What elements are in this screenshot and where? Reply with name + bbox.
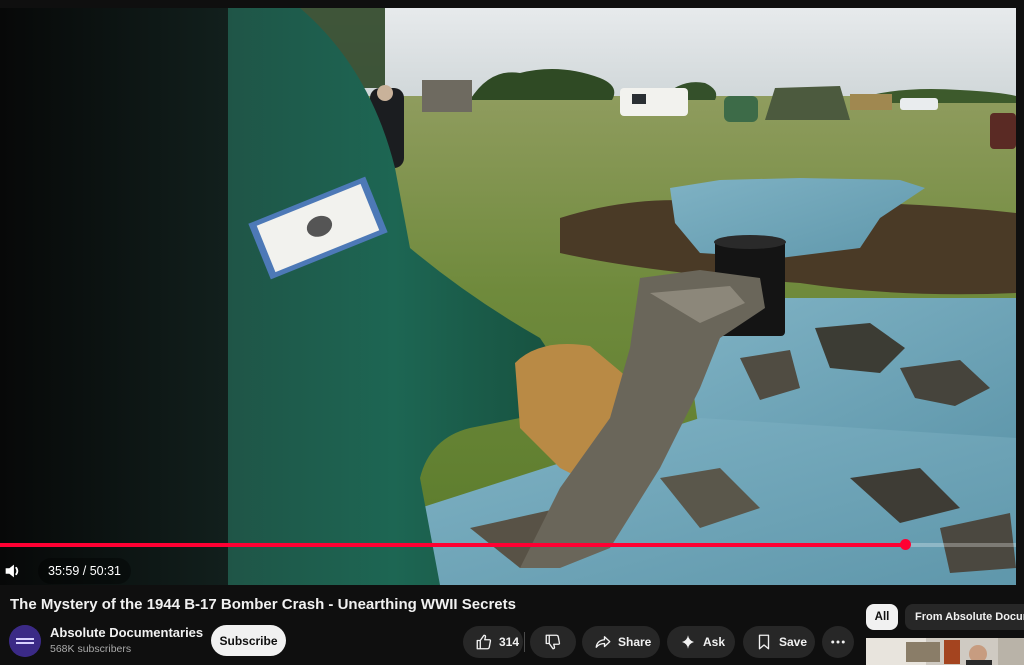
thumb-up-icon (476, 634, 492, 650)
subscribe-button[interactable]: Subscribe (211, 625, 286, 656)
thumb-down-icon (545, 634, 561, 650)
masthead-edge (0, 0, 1024, 8)
volume-icon (5, 564, 19, 578)
share-icon (595, 636, 611, 648)
recommended-video-thumbnail[interactable] (866, 638, 1024, 665)
time-display: 35:59 / 50:31 (38, 558, 131, 584)
filter-chip-from-channel[interactable]: From Absolute Docum (905, 604, 1024, 630)
subscriber-count: 568K subscribers (50, 643, 132, 655)
video-frame[interactable] (0, 8, 1016, 585)
like-dislike-divider (524, 632, 525, 652)
save-button[interactable]: Save (743, 626, 815, 658)
filter-chip-all[interactable]: All (866, 604, 898, 630)
bookmark-icon (758, 634, 770, 650)
like-count: 314 (499, 635, 520, 649)
video-player[interactable]: 35:59 / 50:31 (0, 8, 1016, 585)
like-button[interactable]: 314 (463, 626, 523, 658)
ask-button[interactable]: Ask (667, 626, 735, 658)
dislike-button[interactable] (530, 626, 576, 658)
progress-scrubber[interactable] (900, 539, 911, 550)
more-icon (831, 640, 845, 644)
ask-label: Ask (703, 635, 726, 649)
channel-name[interactable]: Absolute Documentaries (50, 625, 203, 640)
channel-avatar[interactable] (9, 625, 41, 657)
more-actions-button[interactable] (822, 626, 854, 658)
progress-fill (0, 543, 905, 547)
progress-bar[interactable] (0, 539, 1016, 550)
video-title: The Mystery of the 1944 B-17 Bomber Cras… (10, 596, 516, 613)
share-label: Share (618, 635, 652, 649)
save-label: Save (779, 635, 808, 649)
thumbnail-image (866, 638, 1024, 665)
share-button[interactable]: Share (582, 626, 660, 658)
sparkle-icon (682, 635, 694, 649)
channel-logo-icon (9, 625, 41, 657)
volume-button[interactable] (2, 560, 24, 582)
